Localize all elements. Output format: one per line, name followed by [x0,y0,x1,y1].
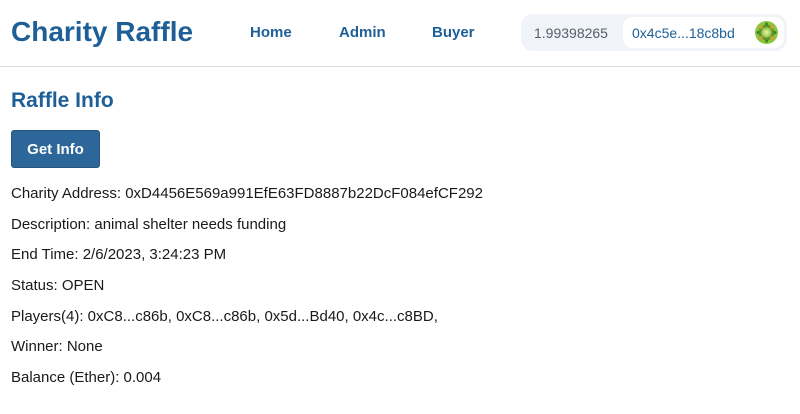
charity-address-text: Charity Address: 0xD4456E569a991EfE63FD8… [11,185,483,202]
description-text: Description: animal shelter needs fundin… [11,216,287,233]
end-time-text: End Time: 2/6/2023, 3:24:23 PM [11,246,227,263]
nav-link-admin[interactable]: Admin [339,23,386,43]
wallet-account-button[interactable]: 0x4c5e...18c8bd [623,17,784,48]
balance-text: Balance (Ether): 0.004 [11,369,162,386]
page-title: Raffle Info [11,89,114,112]
top-navbar: Charity Raffle Home Admin Buyer 1.993982… [0,0,800,67]
wallet-address: 0x4c5e...18c8bd [632,25,735,41]
get-info-button[interactable]: Get Info [11,130,100,168]
wallet-widget: 1.99398265 0x4c5e...18c8bd [521,14,787,51]
wallet-balance: 1.99398265 [534,25,608,41]
nav-link-home[interactable]: Home [250,23,292,43]
players-text: Players(4): 0xC8...c86b, 0xC8...c86b, 0x… [11,308,438,325]
status-text: Status: OPEN [11,277,105,294]
brand-title[interactable]: Charity Raffle [11,14,193,50]
nav-link-buyer[interactable]: Buyer [432,23,475,43]
winner-text: Winner: None [11,338,103,355]
identicon-icon [755,21,778,44]
